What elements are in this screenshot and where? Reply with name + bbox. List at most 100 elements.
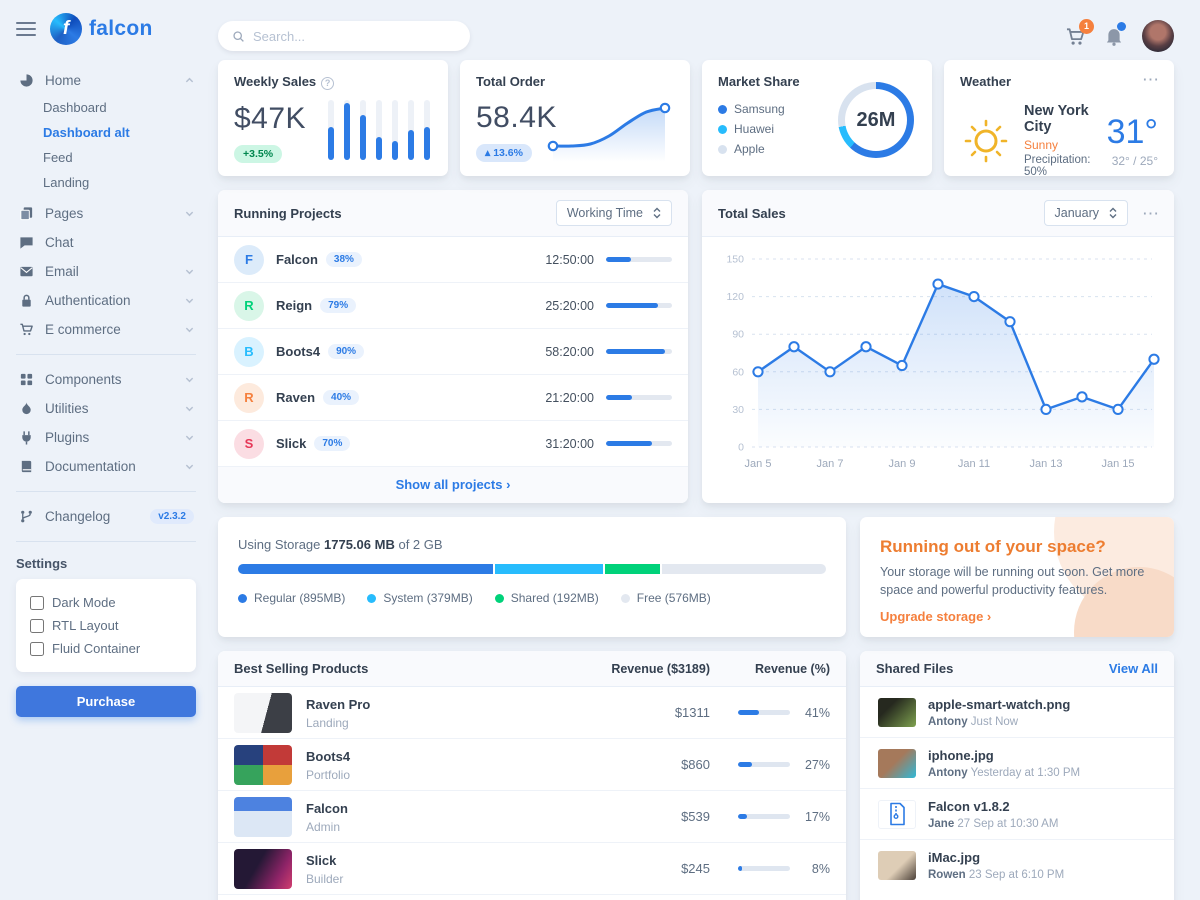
view-all-link[interactable]: View All [1109, 661, 1158, 676]
show-all-projects-link[interactable]: Show all projects › [396, 477, 511, 492]
product-name-link[interactable]: Raven Pro [306, 697, 370, 712]
weather-menu-icon[interactable]: ⋯ [1142, 70, 1160, 90]
total-order-chart [544, 92, 676, 164]
working-time-select[interactable]: Working Time [556, 200, 672, 226]
project-name-link[interactable]: Slick [276, 436, 306, 451]
dark-mode-toggle[interactable]: Dark Mode [30, 591, 182, 614]
sidebar-item-landing[interactable]: Landing [16, 170, 196, 195]
weather-temp: 31° [1107, 113, 1158, 152]
weather-card: Weather ⋯ New York City Sun [944, 60, 1174, 176]
file-name-link[interactable]: Falcon v1.8.2 [928, 799, 1010, 814]
product-row: Raven ProLanding$131141% [218, 687, 846, 739]
weekly-bar [408, 100, 414, 160]
nav-divider [16, 541, 196, 542]
sidebar-item-dashboard-alt[interactable]: Dashboard alt [16, 120, 196, 145]
month-select[interactable]: January [1044, 200, 1128, 226]
total-sales-chart: 0306090120150Jan 5Jan 7Jan 9Jan 11Jan 13… [702, 237, 1174, 477]
sidebar-item-changelog[interactable]: Changelogv2.3.2 [16, 502, 196, 531]
sidebar-item-label: Chat [45, 235, 194, 250]
best-selling-title: Best Selling Products [234, 661, 560, 676]
running-projects-footer: Show all projects › [218, 467, 688, 503]
total-order-title: Total Order [476, 74, 674, 89]
rtl-layout-toggle[interactable]: RTL Layout [30, 614, 182, 637]
project-avatar: R [234, 291, 264, 321]
project-percent-badge: 70% [314, 436, 350, 451]
legend-label: Free (576MB) [637, 591, 711, 605]
project-time: 31:20:00 [545, 437, 594, 451]
notification-dot [1117, 22, 1126, 31]
weather-title: Weather [960, 74, 1158, 89]
project-avatar: B [234, 337, 264, 367]
logo[interactable]: f falcon [50, 13, 153, 45]
upgrade-storage-link[interactable]: Upgrade storage › [880, 609, 991, 624]
sidebar-item-email[interactable]: Email [16, 257, 196, 286]
file-name-link[interactable]: iMac.jpg [928, 850, 980, 865]
sidebar-item-documentation[interactable]: Documentation [16, 452, 196, 481]
hamburger-menu-icon[interactable] [16, 18, 36, 40]
settings-card: Dark Mode RTL Layout Fluid Container [16, 579, 196, 672]
storage-bar [238, 564, 826, 574]
market-share-donut: 26M [838, 82, 914, 158]
plug-icon [18, 430, 35, 445]
notifications-button[interactable] [1104, 26, 1124, 46]
sidebar-item-label: E commerce [45, 322, 175, 337]
legend-label: Huawei [734, 122, 774, 136]
product-revenue: $539 [560, 809, 710, 824]
sidebar-item-dashboard[interactable]: Dashboard [16, 95, 196, 120]
sidebar-item-label: Email [45, 264, 175, 279]
project-name-link[interactable]: Boots4 [276, 344, 320, 359]
avatar[interactable] [1142, 20, 1174, 52]
chevron-down-icon [185, 375, 194, 384]
product-name-link[interactable]: Slick [306, 853, 336, 868]
rtl-layout-checkbox[interactable] [30, 619, 44, 633]
purchase-button[interactable]: Purchase [16, 686, 196, 717]
chevron-down-icon [185, 404, 194, 413]
dark-mode-checkbox[interactable] [30, 596, 44, 610]
svg-text:120: 120 [726, 291, 744, 303]
revenue-pct-column-header: Revenue (%) [710, 662, 830, 676]
product-name-link[interactable]: Falcon [306, 801, 348, 816]
file-name-link[interactable]: apple-smart-watch.png [928, 697, 1070, 712]
sidebar-item-home[interactable]: Home [16, 66, 196, 95]
legend-label: System (379MB) [383, 591, 472, 605]
sidebar-item-chat[interactable]: Chat [16, 228, 196, 257]
search-input[interactable] [253, 29, 456, 44]
fluid-container-toggle[interactable]: Fluid Container [30, 637, 182, 660]
product-name-link[interactable]: Boots4 [306, 749, 350, 764]
project-time: 21:20:00 [545, 391, 594, 405]
svg-text:Jan 13: Jan 13 [1029, 458, 1062, 470]
project-name-link[interactable]: Raven [276, 390, 315, 405]
sidebar-item-authentication[interactable]: Authentication [16, 286, 196, 315]
dark-mode-label: Dark Mode [52, 595, 116, 610]
branch-icon [18, 509, 35, 524]
product-thumbnail [234, 693, 292, 733]
pie-chart-icon [18, 73, 35, 88]
help-icon[interactable]: ? [321, 77, 334, 90]
total-order-card: Total Order 58.4K ▴ 13.6% [460, 60, 690, 176]
product-category: Landing [306, 716, 560, 730]
sidebar-item-utilities[interactable]: Utilities [16, 394, 196, 423]
sidebar-item-e-commerce[interactable]: E commerce [16, 315, 196, 344]
total-order-badge: ▴ 13.6% [476, 144, 532, 162]
sidebar-item-feed[interactable]: Feed [16, 145, 196, 170]
project-name-link[interactable]: Reign [276, 298, 312, 313]
project-name-link[interactable]: Falcon [276, 252, 318, 267]
search-box[interactable] [218, 21, 470, 51]
cart-button[interactable]: 1 [1065, 26, 1086, 47]
shared-files-title: Shared Files [876, 661, 1109, 676]
product-progress-bar [738, 814, 790, 819]
chat-icon [18, 235, 35, 250]
fluid-container-checkbox[interactable] [30, 642, 44, 656]
file-row: iphone.jpgAntony Yesterday at 1:30 PM [860, 737, 1174, 788]
sidebar-item-pages[interactable]: Pages [16, 199, 196, 228]
sun-icon [960, 115, 1012, 167]
file-name-link[interactable]: iphone.jpg [928, 748, 994, 763]
svg-text:150: 150 [726, 254, 744, 266]
storage-legend-item: Free (576MB) [621, 588, 711, 608]
total-sales-menu-icon[interactable]: ⋯ [1142, 204, 1160, 224]
product-revenue: $860 [560, 757, 710, 772]
best-selling-card: Best Selling Products Revenue ($3189) Re… [218, 651, 846, 900]
sidebar-item-components[interactable]: Components [16, 365, 196, 394]
sidebar-item-plugins[interactable]: Plugins [16, 423, 196, 452]
search-icon [232, 30, 245, 43]
